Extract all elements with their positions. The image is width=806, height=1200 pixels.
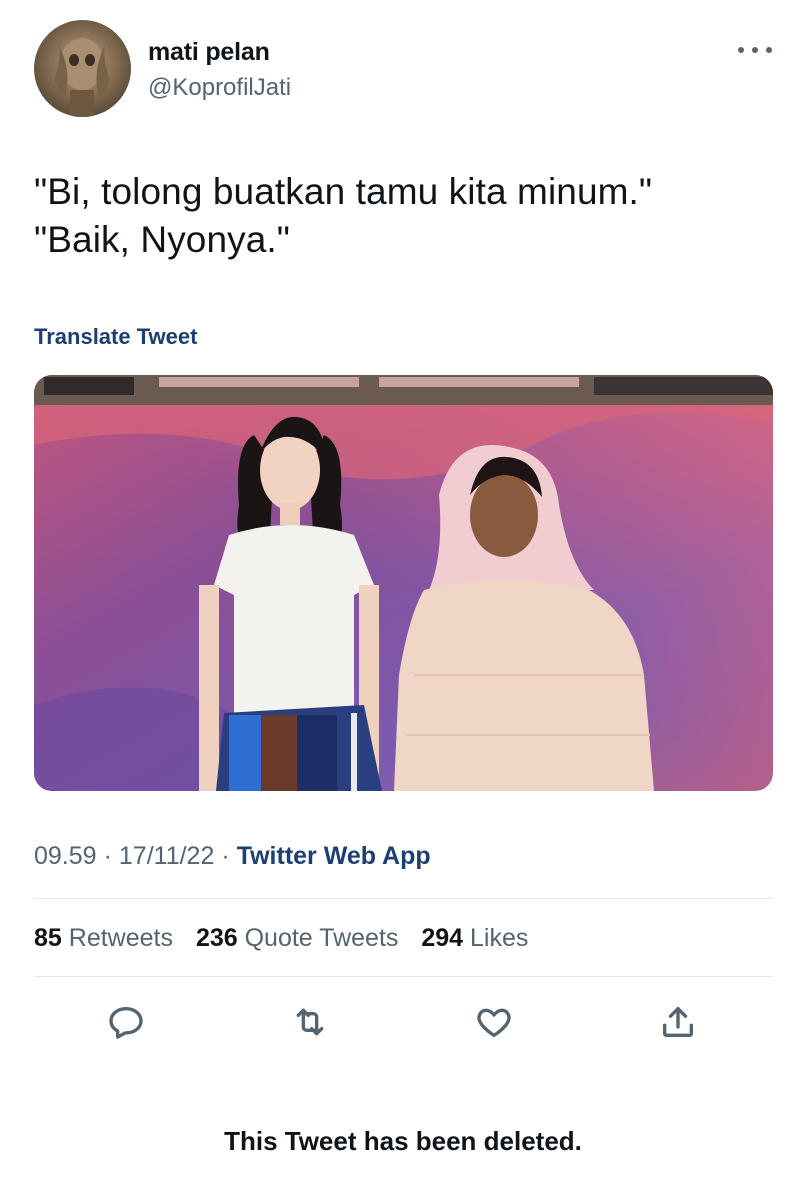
engagement-stats: 85 Retweets 236 Quote Tweets 294 Likes (34, 924, 544, 953)
divider (34, 898, 773, 899)
reply-icon[interactable] (104, 1000, 148, 1044)
photo-two-women (34, 375, 773, 791)
tweet-date[interactable]: 17/11/22 (119, 842, 214, 870)
meta-separator: · (221, 842, 230, 870)
user-handle[interactable]: @KoprofilJati (148, 74, 291, 102)
retweet-icon[interactable] (288, 1000, 332, 1044)
divider (34, 976, 773, 977)
tweet-text: "Bi, tolong buatkan tamu kita minum." "B… (34, 171, 653, 260)
more-options-icon[interactable] (738, 38, 772, 62)
quote-tweets-count: 236 (195, 924, 238, 952)
tweet-timestamp: 09.59 · 17/11/22 · Twitter Web App (34, 842, 431, 871)
avatar[interactable] (34, 20, 131, 117)
share-icon[interactable] (656, 1000, 700, 1044)
meta-separator: · (103, 842, 112, 870)
likes-stat[interactable]: 294 Likes (421, 924, 528, 952)
display-name[interactable]: mati pelan (148, 38, 270, 67)
like-icon[interactable] (472, 1000, 516, 1044)
tweet-source-link[interactable]: Twitter Web App (237, 842, 431, 870)
quote-tweets-label: Quote Tweets (244, 924, 399, 952)
deleted-tweet-notice: This Tweet has been deleted. (224, 1126, 582, 1156)
retweets-label: Retweets (68, 924, 173, 952)
likes-label: Likes (470, 924, 529, 952)
retweets-stat[interactable]: 85 Retweets (34, 924, 173, 952)
tweet-time[interactable]: 09.59 (34, 842, 97, 870)
quote-tweets-stat[interactable]: 236 Quote Tweets (196, 924, 398, 952)
likes-count: 294 (421, 924, 464, 952)
avatar-image (54, 38, 110, 117)
tweet-photo[interactable] (34, 375, 773, 791)
translate-tweet-link[interactable]: Translate Tweet (34, 324, 197, 350)
retweets-count: 85 (34, 924, 62, 952)
